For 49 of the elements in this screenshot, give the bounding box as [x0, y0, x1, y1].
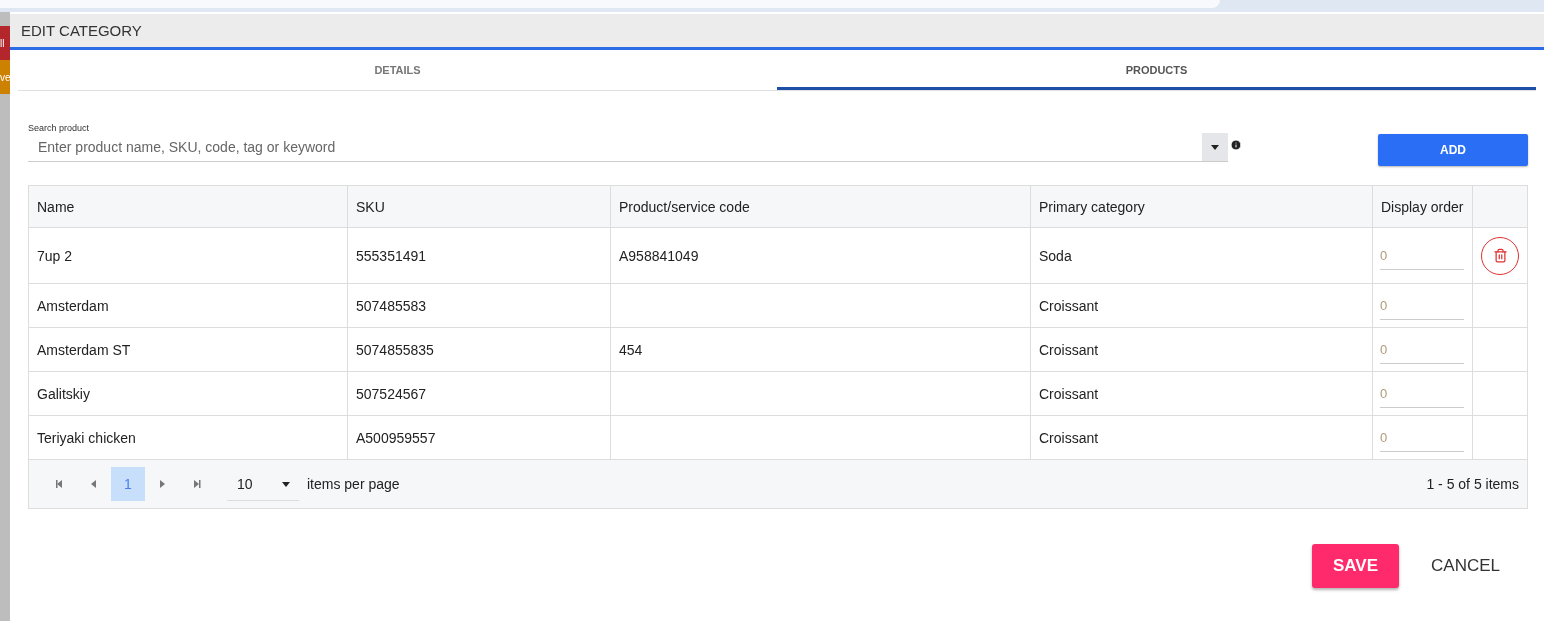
page-size-select[interactable]: 10 — [227, 467, 299, 501]
background-text: ve — [0, 71, 11, 83]
display-order-field[interactable]: 0 — [1380, 291, 1464, 320]
table-cell: Galitskiy — [29, 372, 348, 415]
previous-page-icon — [89, 479, 99, 489]
column-header: Primary category — [1031, 186, 1373, 227]
display-order-field[interactable]: 0 — [1380, 379, 1464, 408]
dialog-title: EDIT CATEGORY — [21, 22, 142, 39]
table-cell: Teriyaki chicken — [29, 416, 348, 459]
caret-icon — [1210, 142, 1220, 152]
display-order-field[interactable]: 0 — [1380, 241, 1464, 270]
save-button[interactable]: SAVE — [1312, 544, 1400, 588]
table-cell: A500959557 — [348, 416, 611, 459]
table-cell: 507524567 — [348, 372, 611, 415]
table-cell: Soda — [1031, 228, 1373, 283]
first-page-icon — [55, 479, 65, 489]
dropdown-button[interactable] — [1202, 133, 1228, 161]
tab[interactable]: PRODUCTS — [777, 52, 1536, 90]
cancel-button[interactable]: CANCEL — [1425, 555, 1506, 577]
table-cell: Croissant — [1031, 416, 1373, 459]
table-cell: A958841049 — [611, 228, 1031, 283]
table-cell: 555351491 — [348, 228, 611, 283]
column-header: Product/service code — [611, 186, 1031, 227]
next-page-icon — [157, 479, 167, 489]
background-text: ll — [0, 37, 5, 49]
page-button[interactable]: 1 — [111, 467, 145, 501]
column-header: Display order — [1373, 186, 1473, 227]
column-header: Name — [29, 186, 348, 227]
delete-button[interactable] — [1481, 236, 1519, 275]
info-icon — [1230, 139, 1242, 151]
search-label: Search product — [28, 123, 91, 133]
table-cell: Amsterdam ST — [29, 328, 348, 371]
table-cell: Croissant — [1031, 284, 1373, 327]
page-size-label: items per page — [307, 476, 400, 492]
tab[interactable]: DETAILS — [18, 52, 777, 90]
table-cell: 7up 2 — [29, 228, 348, 283]
table-cell: 5074855835 — [348, 328, 611, 371]
table-cell: Amsterdam — [29, 284, 348, 327]
last-page-icon — [191, 479, 201, 489]
pager-summary: 1 - 5 of 5 items — [1426, 476, 1519, 492]
table-cell: 507485583 — [348, 284, 611, 327]
table-cell: 454 — [611, 328, 1031, 371]
display-order-field[interactable]: 0 — [1380, 423, 1464, 452]
column-header: SKU — [348, 186, 611, 227]
display-order-field[interactable]: 0 — [1380, 335, 1464, 364]
table-cell: Croissant — [1031, 328, 1373, 371]
trash-icon — [1492, 248, 1508, 263]
table-cell: Croissant — [1031, 372, 1373, 415]
add-button[interactable]: ADD — [1378, 134, 1528, 166]
